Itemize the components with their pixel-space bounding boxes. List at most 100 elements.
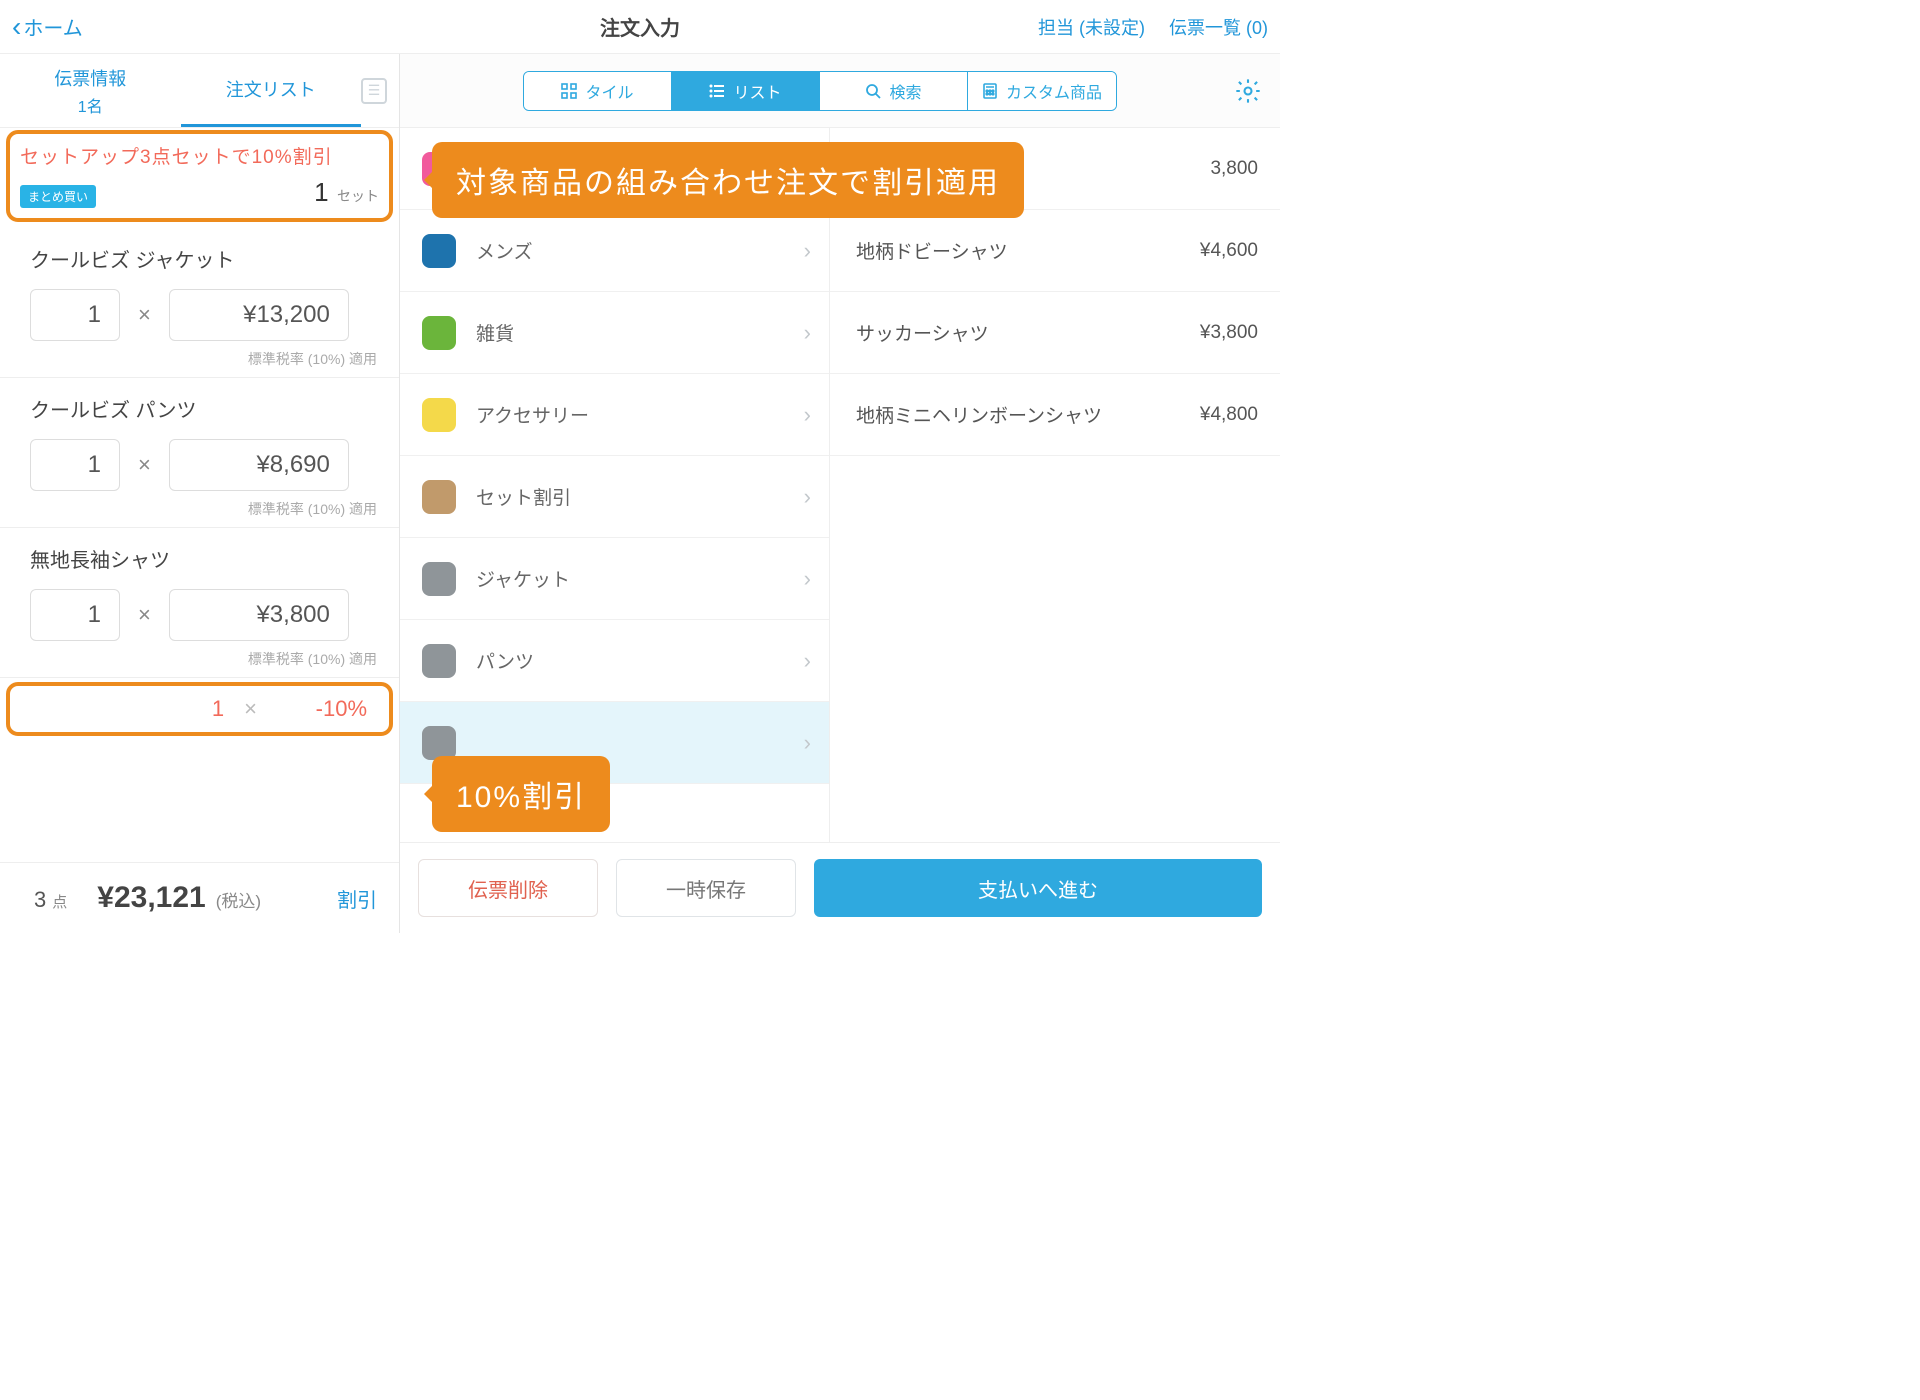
- delete-slip-button[interactable]: 伝票削除: [418, 859, 598, 917]
- list-icon: [709, 83, 725, 99]
- tab-order-list[interactable]: 注文リスト: [181, 54, 362, 127]
- back-button[interactable]: ‹ ホーム: [12, 11, 83, 43]
- chevron-right-icon: ›: [804, 730, 811, 756]
- annotation-text: 対象商品の組み合わせ注文で割引適用: [456, 158, 1000, 202]
- left-panel: 伝票情報 1名 注文リスト ☰ セットアップ3点セットで10%割引 まとめ買い …: [0, 54, 400, 933]
- tax-included-label: (税込): [216, 887, 261, 912]
- calculator-icon: [982, 83, 998, 99]
- item-count: 3: [34, 887, 46, 913]
- category-row[interactable]: アクセサリー ›: [400, 374, 829, 456]
- page-title: 注文入力: [600, 12, 680, 41]
- search-icon: [865, 83, 881, 99]
- tab-slip-info-sub: 1名: [0, 93, 181, 117]
- order-item[interactable]: クールビズ パンツ 1 × ¥8,690 標準税率 (10%) 適用: [0, 378, 399, 528]
- header-actions: 担当 (未設定) 伝票一覧 (0): [1038, 14, 1268, 40]
- product-price: ¥4,600: [1200, 240, 1258, 262]
- chevron-right-icon: ›: [804, 402, 811, 428]
- qty-input[interactable]: 1: [30, 289, 120, 341]
- seg-search[interactable]: 検索: [820, 72, 968, 110]
- annotation-text: 10%割引: [456, 772, 586, 816]
- category-label: メンズ: [476, 237, 784, 264]
- category-label: アクセサリー: [476, 401, 784, 428]
- discount-qty: 1: [194, 696, 224, 722]
- tab-order-list-label: 注文リスト: [226, 76, 316, 102]
- product-row[interactable]: サッカーシャツ ¥3,800: [830, 292, 1280, 374]
- item-name: 無地長袖シャツ: [30, 544, 377, 573]
- bundle-count-label: セット: [337, 188, 379, 204]
- category-row[interactable]: メンズ ›: [400, 210, 829, 292]
- category-row[interactable]: パンツ ›: [400, 620, 829, 702]
- product-price: ¥3,800: [1200, 322, 1258, 344]
- product-price: ¥4,800: [1200, 404, 1258, 426]
- color-chip: [422, 398, 456, 432]
- seg-tile[interactable]: タイル: [524, 72, 672, 110]
- bulk-badge: まとめ買い: [20, 185, 96, 208]
- assigned-link[interactable]: 担当 (未設定): [1038, 14, 1145, 40]
- color-chip: [422, 480, 456, 514]
- discount-value: -10%: [277, 696, 367, 722]
- item-name: クールビズ パンツ: [30, 394, 377, 423]
- left-footer: 3 点 ¥23,121 (税込) 割引: [0, 862, 399, 933]
- product-name: サッカーシャツ: [856, 319, 989, 346]
- tile-icon: [561, 83, 577, 99]
- tab-slip-info[interactable]: 伝票情報 1名: [0, 65, 181, 117]
- color-chip: [422, 316, 456, 350]
- discount-button[interactable]: 割引: [337, 884, 377, 913]
- chevron-right-icon: ›: [804, 648, 811, 674]
- header-bar: ‹ ホーム 注文入力 担当 (未設定) 伝票一覧 (0): [0, 0, 1280, 54]
- item-count-label: 点: [52, 891, 67, 912]
- annotation-callout-1: 対象商品の組み合わせ注文で割引適用: [432, 142, 1024, 218]
- view-segmented-control: タイル リスト 検索: [523, 71, 1117, 111]
- product-column: 3,800 地柄ドビーシャツ ¥4,600 サッカーシャツ ¥3,800 地柄ミ…: [830, 128, 1280, 842]
- category-row[interactable]: セット割引 ›: [400, 456, 829, 538]
- right-toolbar: タイル リスト 検索: [400, 54, 1280, 128]
- chevron-left-icon: ‹: [12, 11, 21, 43]
- total-amount: ¥23,121: [97, 881, 205, 915]
- category-label: パンツ: [476, 647, 784, 674]
- back-label: ホーム: [23, 12, 82, 41]
- chevron-right-icon: ›: [804, 484, 811, 510]
- product-price: 3,800: [1210, 158, 1258, 180]
- color-chip: [422, 644, 456, 678]
- order-item[interactable]: 無地長袖シャツ 1 × ¥3,800 標準税率 (10%) 適用: [0, 528, 399, 678]
- chevron-right-icon: ›: [804, 238, 811, 264]
- discount-times: ×: [244, 696, 257, 722]
- product-row[interactable]: 地柄ミニヘリンボーンシャツ ¥4,800: [830, 374, 1280, 456]
- bundle-discount-box[interactable]: セットアップ3点セットで10%割引 まとめ買い 1 セット: [6, 130, 393, 222]
- gear-icon[interactable]: [1234, 77, 1262, 105]
- category-row[interactable]: ジャケット ›: [400, 538, 829, 620]
- tax-note: 標準税率 (10%) 適用: [30, 499, 377, 519]
- category-row[interactable]: 雑貨 ›: [400, 292, 829, 374]
- price-input[interactable]: ¥3,800: [169, 589, 349, 641]
- proceed-payment-button[interactable]: 支払いへ進む: [814, 859, 1262, 917]
- slip-list-link[interactable]: 伝票一覧 (0): [1169, 14, 1268, 40]
- order-items: クールビズ ジャケット 1 × ¥13,200 標準税率 (10%) 適用 クー…: [0, 228, 399, 862]
- seg-custom-label: カスタム商品: [1006, 79, 1102, 103]
- seg-list[interactable]: リスト: [672, 72, 820, 110]
- product-row[interactable]: 地柄ドビーシャツ ¥4,600: [830, 210, 1280, 292]
- qty-input[interactable]: 1: [30, 439, 120, 491]
- temp-save-button[interactable]: 一時保存: [616, 859, 796, 917]
- seg-custom[interactable]: カスタム商品: [968, 72, 1116, 110]
- price-input[interactable]: ¥13,200: [169, 289, 349, 341]
- qty-input[interactable]: 1: [30, 589, 120, 641]
- tax-note: 標準税率 (10%) 適用: [30, 349, 377, 369]
- product-name: 地柄ドビーシャツ: [856, 237, 1008, 264]
- left-tabs: 伝票情報 1名 注文リスト ☰: [0, 54, 399, 128]
- category-label: セット割引: [476, 483, 784, 510]
- order-item[interactable]: クールビズ ジャケット 1 × ¥13,200 標準税率 (10%) 適用: [0, 228, 399, 378]
- category-label: 雑貨: [476, 319, 784, 346]
- category-label: ジャケット: [476, 565, 784, 592]
- discount-line[interactable]: 1 × -10%: [6, 682, 393, 736]
- product-name: 地柄ミニヘリンボーンシャツ: [856, 401, 1102, 428]
- color-chip: [422, 726, 456, 760]
- chevron-right-icon: ›: [804, 320, 811, 346]
- seg-tile-label: タイル: [585, 79, 633, 103]
- color-chip: [422, 562, 456, 596]
- times-icon: ×: [138, 452, 151, 478]
- receipt-icon[interactable]: ☰: [361, 78, 387, 104]
- price-input[interactable]: ¥8,690: [169, 439, 349, 491]
- times-icon: ×: [138, 302, 151, 328]
- bundle-count: 1: [314, 177, 328, 207]
- tab-slip-info-label: 伝票情報: [54, 69, 126, 89]
